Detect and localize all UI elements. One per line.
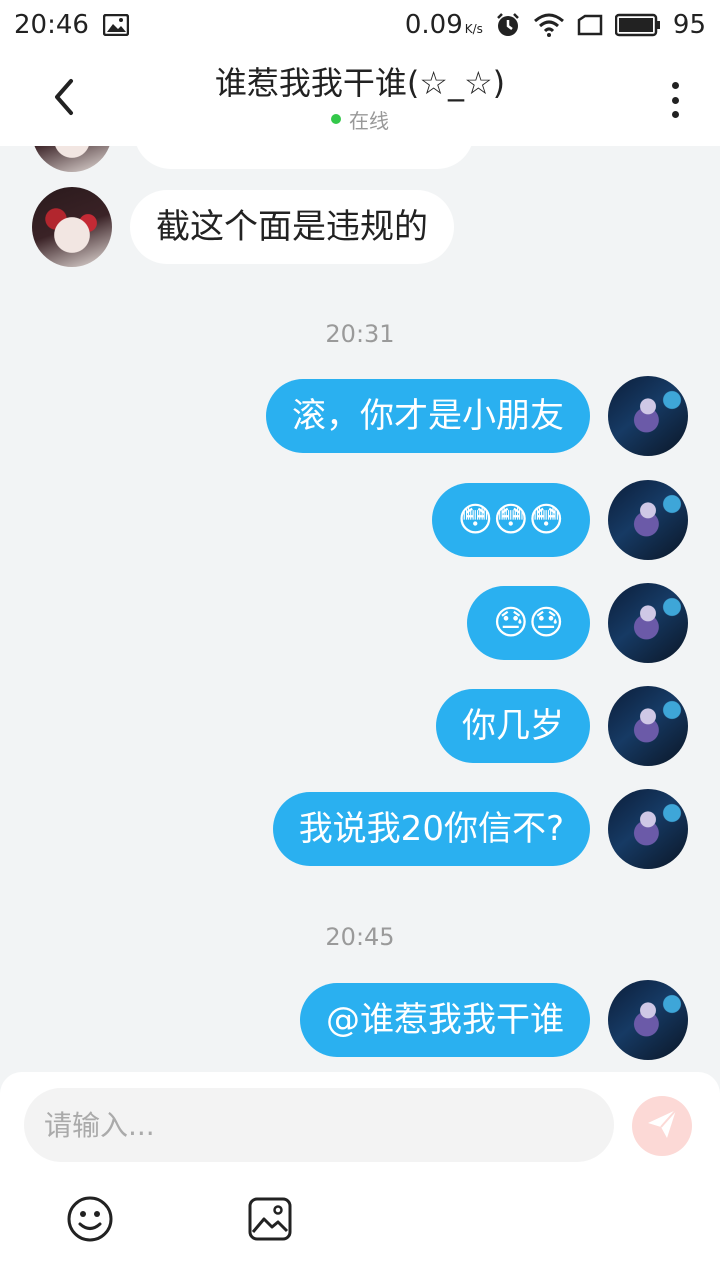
network-speed: 0.09 K/s [405,10,483,40]
message-row-outgoing: @谁惹我我干谁 [300,980,688,1060]
battery-level: 95 [672,10,706,40]
chat-header: 谁惹我我干谁(☆_☆) 在线 [0,50,720,146]
message-row-outgoing: 我说我20你信不? [272,789,688,869]
status-bar: 20:46 0.09 K/s 95 [0,0,720,50]
message-bubble[interactable]: 😓😓 [467,586,590,660]
message-bubble[interactable]: 😳😳😳 [431,483,590,557]
image-picker-button[interactable] [245,1196,295,1246]
contact-avatar[interactable] [32,187,112,267]
chat-title-block: 谁惹我我干谁(☆_☆) 在线 [0,63,720,134]
gallery-notification-icon [102,14,129,36]
message-timestamp: 20:31 [325,320,395,348]
message-row-outgoing: 😓😓 [467,583,688,663]
message-row-partial [32,146,474,172]
message-bubble-partial [134,146,474,169]
chevron-left-icon [51,77,75,121]
contact-name: 谁惹我我干谁(☆_☆) [214,63,506,102]
message-row-outgoing: 你几岁 [436,686,688,766]
alarm-icon [495,12,521,38]
network-speed-unit: K/s [464,22,483,36]
composer [0,1072,720,1280]
my-avatar[interactable] [608,789,688,869]
my-avatar[interactable] [608,480,688,560]
message-row-incoming: 截这个面是违规的 [32,187,454,267]
message-bubble[interactable]: 截这个面是违规的 [130,190,454,264]
message-row-outgoing: 😳😳😳 [431,480,688,560]
my-avatar[interactable] [608,980,688,1060]
online-status-label: 在线 [349,108,389,133]
message-bubble[interactable]: 我说我20你信不? [272,792,590,866]
battery-icon [614,13,661,37]
message-bubble[interactable]: 你几岁 [436,689,590,763]
message-row-outgoing: 滚，你才是小朋友 [266,376,688,456]
sim-card-icon [577,14,603,36]
more-dot [671,111,679,118]
message-bubble[interactable]: @谁惹我我干谁 [300,983,590,1057]
online-dot-icon [331,114,341,124]
message-timestamp: 20:45 [325,923,395,951]
my-avatar[interactable] [608,686,688,766]
emoji-button[interactable] [65,1196,115,1246]
status-time: 20:46 [14,10,89,40]
image-icon [247,1196,293,1246]
my-avatar[interactable] [608,583,688,663]
contact-avatar[interactable] [32,146,112,172]
emoji-icon [66,1195,114,1247]
my-avatar[interactable] [608,376,688,456]
more-dot [671,82,679,89]
back-button[interactable] [40,76,86,122]
message-bubble[interactable]: 滚，你才是小朋友 [266,379,590,453]
network-speed-value: 0.09 [404,10,463,40]
more-options-button[interactable] [660,78,690,122]
message-input[interactable] [24,1088,614,1162]
send-button[interactable] [632,1096,692,1156]
wifi-icon [533,13,565,37]
send-icon [645,1107,679,1145]
message-list[interactable]: 截这个面是违规的 20:31 滚，你才是小朋友 😳😳😳 😓😓 你几岁 我说我20… [0,146,720,1074]
more-dot [671,96,679,104]
online-status: 在线 [0,105,720,134]
